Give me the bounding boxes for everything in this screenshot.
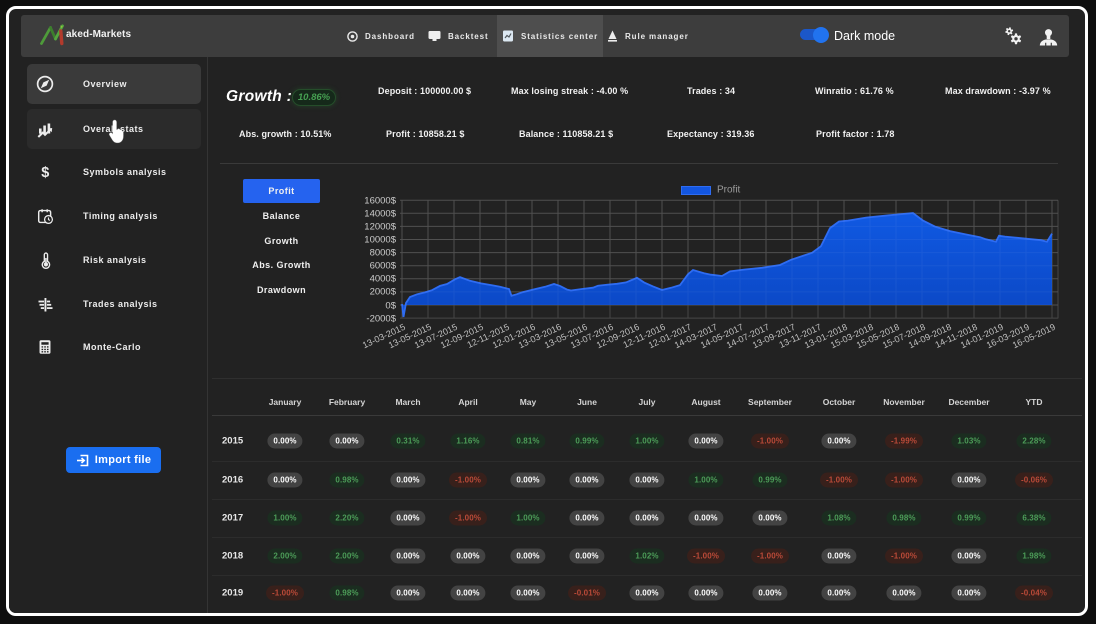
svg-text:$: $ bbox=[41, 165, 49, 181]
